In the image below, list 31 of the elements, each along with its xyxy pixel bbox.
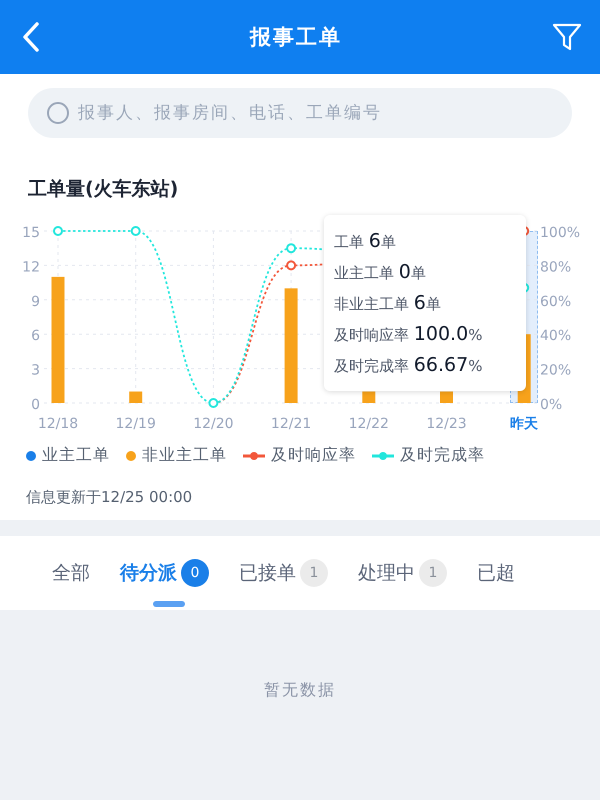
axis-label: 12: [22, 259, 40, 276]
axis-label: 60%: [540, 294, 572, 310]
axis-label: 12/21: [270, 416, 312, 432]
axis-label: 12/20: [193, 416, 234, 432]
axis-label: 12/23: [426, 416, 467, 432]
axis-label: 昨天: [510, 416, 538, 432]
axis-label: 12/19: [116, 416, 156, 432]
count-badge: 0: [181, 559, 209, 587]
chart-title: 工单量(火车东站): [28, 177, 180, 202]
update-time: 信息更新于12/25 00:00: [26, 488, 194, 507]
axis-label: 20%: [540, 362, 572, 379]
tooltip-text: 及时响应率 100.0%: [334, 323, 484, 346]
tooltip-text: 业主工单 0单: [334, 260, 427, 283]
axis-label: 12/18: [38, 416, 78, 432]
tooltip-text: 及时完成率 66.67%: [334, 354, 484, 376]
count-badge: 1: [300, 559, 328, 587]
empty-message: 暂无数据: [264, 680, 336, 701]
page-title: 报事工单: [250, 24, 342, 51]
axis-label: 9: [31, 294, 40, 310]
axis-label: 12/22: [348, 416, 389, 432]
axis-label: 80%: [540, 259, 572, 276]
tooltip-text: 工单 6单: [334, 230, 397, 252]
axis-label: 0%: [540, 397, 562, 413]
axis-label: 15: [22, 225, 40, 241]
tooltip-text: 非业主工单 6单: [334, 292, 442, 314]
axis-label: 6: [31, 328, 40, 344]
axis-label: 40%: [540, 328, 572, 344]
count-badge: 1: [419, 559, 447, 587]
axis-label: 100%: [540, 225, 580, 241]
axis-label: 3: [31, 362, 40, 379]
axis-label: 0: [31, 397, 40, 413]
